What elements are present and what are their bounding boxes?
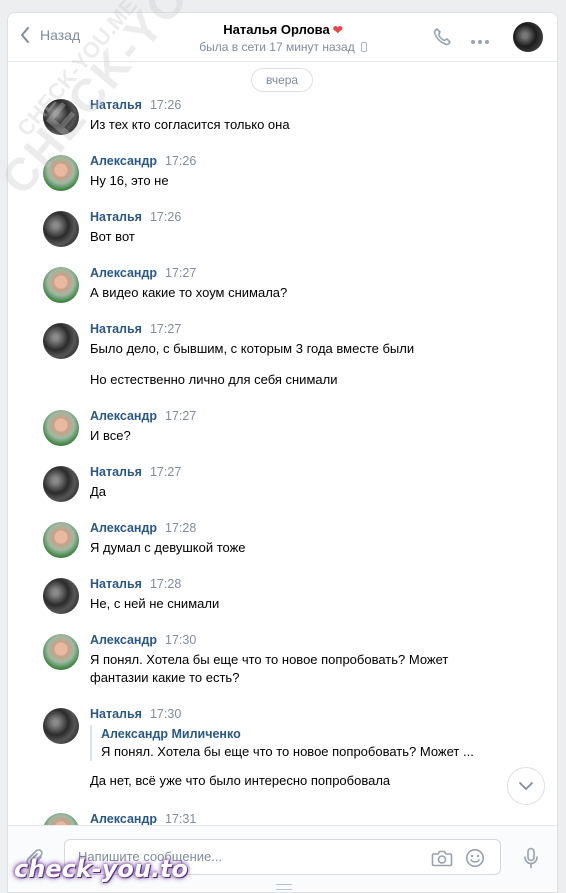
message-time: 17:27 xyxy=(149,322,182,336)
microphone-icon xyxy=(524,847,538,869)
message-text: Я думал с девушкой тоже xyxy=(90,540,246,555)
message-text: И все? xyxy=(90,428,131,443)
message-author[interactable]: Наталья 17:28 xyxy=(90,577,181,591)
message-time: 17:28 xyxy=(149,577,182,591)
avatar[interactable] xyxy=(43,813,79,825)
avatar[interactable] xyxy=(43,211,79,247)
back-label: Назад xyxy=(40,27,81,43)
message-history[interactable]: вчера Наталья 17:26 Из тех кто согласится… xyxy=(8,62,557,825)
message-author[interactable]: Александр 17:31 xyxy=(90,812,196,825)
resize-handle[interactable] xyxy=(276,884,292,890)
message-text: Не, с ней не снимали xyxy=(90,596,220,611)
message-author[interactable]: Наталья 17:27 xyxy=(90,322,181,336)
avatar[interactable] xyxy=(43,323,79,359)
avatar[interactable] xyxy=(43,634,79,670)
more-button[interactable] xyxy=(470,33,490,48)
more-dots-icon xyxy=(471,40,489,44)
forwarded-quote[interactable]: Александр Миличенко Я понял. Хотела бы е… xyxy=(90,725,480,761)
watermark-logo: check-you.to xyxy=(14,855,189,883)
date-separator: вчера xyxy=(251,68,314,92)
chat-title: Наталья Орлова xyxy=(223,22,330,37)
message-author[interactable]: Александр 17:26 xyxy=(90,154,196,168)
chevron-down-icon xyxy=(519,782,533,790)
message-time: 17:31 xyxy=(165,812,197,825)
message-time: 17:30 xyxy=(165,633,197,647)
message-text: Да xyxy=(90,484,107,499)
phone-icon xyxy=(433,28,451,46)
chat-header: Назад Наталья Орлова ❤ была в сети 17 мин… xyxy=(8,13,557,62)
online-status: была в сети 17 минут назад xyxy=(158,40,408,54)
avatar[interactable] xyxy=(43,578,79,614)
heart-icon: ❤ xyxy=(332,23,343,37)
avatar[interactable] xyxy=(43,267,79,303)
message-text: Да нет, всё уже что было интересно попро… xyxy=(90,773,391,788)
scroll-down-button[interactable] xyxy=(507,767,545,805)
message-text: Я понял. Хотела бы еще что то новое попр… xyxy=(90,652,449,685)
quote-text: Я понял. Хотела бы еще что то новое попр… xyxy=(101,744,474,759)
message-text: Вот вот xyxy=(90,229,135,244)
message-time: 17:27 xyxy=(165,266,197,280)
camera-button[interactable] xyxy=(431,848,453,871)
chat-title-block[interactable]: Наталья Орлова ❤ была в сети 17 минут наз… xyxy=(158,22,408,54)
quote-author[interactable]: Александр Миличенко xyxy=(101,725,480,743)
message-text: Из тех кто согласится только она xyxy=(90,117,290,132)
camera-icon xyxy=(431,850,453,867)
message-time: 17:26 xyxy=(165,154,197,168)
message-author[interactable]: Наталья 17:26 xyxy=(90,210,181,224)
voice-message-button[interactable] xyxy=(523,847,539,872)
avatar[interactable] xyxy=(43,410,79,446)
avatar[interactable] xyxy=(43,155,79,191)
chat-window: Назад Наталья Орлова ❤ была в сети 17 мин… xyxy=(7,12,558,893)
message-text: Но естественно лично для себя снимали xyxy=(90,372,338,387)
call-button[interactable] xyxy=(432,27,452,50)
message-time: 17:27 xyxy=(149,465,182,479)
avatar[interactable] xyxy=(43,99,79,135)
mobile-icon xyxy=(360,42,367,52)
message-time: 17:28 xyxy=(165,521,197,535)
message-time: 17:30 xyxy=(149,707,182,721)
avatar[interactable] xyxy=(43,466,79,502)
message-author[interactable]: Александр 17:27 xyxy=(90,409,196,423)
message-author[interactable]: Наталья 17:30 xyxy=(90,707,181,721)
chevron-left-icon xyxy=(21,27,29,43)
message-text: Ну 16, это не xyxy=(90,173,169,188)
back-button[interactable]: Назад xyxy=(20,27,80,43)
avatar[interactable] xyxy=(43,708,79,744)
message-author[interactable]: Наталья 17:26 xyxy=(90,98,181,112)
smile-icon xyxy=(466,849,484,867)
message-time: 17:26 xyxy=(149,98,182,112)
emoji-button[interactable] xyxy=(465,848,485,871)
message-time: 17:26 xyxy=(149,210,182,224)
message-author[interactable]: Александр 17:30 xyxy=(90,633,196,647)
header-avatar[interactable] xyxy=(513,22,543,52)
message-text: Было дело, с бывшим, с которым 3 года вм… xyxy=(90,341,415,356)
message-author[interactable]: Александр 17:28 xyxy=(90,521,196,535)
message-text: А видео какие то хоум снимала? xyxy=(90,285,288,300)
message-time: 17:27 xyxy=(165,409,197,423)
message-author[interactable]: Александр 17:27 xyxy=(90,266,196,280)
message-author[interactable]: Наталья 17:27 xyxy=(90,465,181,479)
avatar[interactable] xyxy=(43,522,79,558)
